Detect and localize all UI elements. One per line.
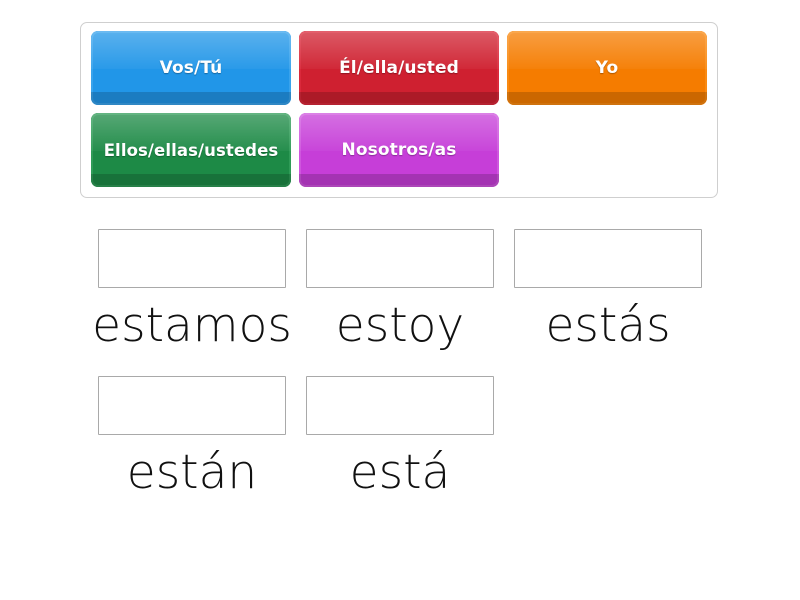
tile-label: Ellos/ellas/ustedes [103,140,279,160]
tile-vos-tu[interactable]: Vos/Tú [91,31,291,105]
answer-word: estás [545,298,671,353]
answer-cell-estan: están [98,376,286,501]
pronoun-tiles-panel: Vos/Tú Él/ella/usted Yo Ellos/ellas/uste… [80,22,718,198]
drop-box[interactable] [514,229,702,288]
drop-box[interactable] [306,376,494,436]
tile-label: Él/ella/usted [339,58,459,78]
answer-cell-estas: estás [514,229,702,350]
answer-cell-estoy: estoy [306,229,494,350]
answer-word: estamos [92,298,292,353]
tile-label: Vos/Tú [159,58,223,78]
tile-el-ella-usted[interactable]: Él/ella/usted [299,31,499,105]
tile-label: Nosotros/as [341,140,457,160]
tile-ellos-ellas-ustedes[interactable]: Ellos/ellas/ustedes [91,113,291,187]
answer-word: estoy [335,298,465,353]
tile-nosotros-as[interactable]: Nosotros/as [299,113,499,187]
answer-cell-esta: está [306,376,494,501]
drop-box[interactable] [306,229,494,288]
answer-area: estamos estoy estás están está [92,229,718,524]
answer-word: está [349,445,451,501]
answer-word: están [126,445,258,501]
drop-box[interactable] [98,376,286,436]
drop-box[interactable] [98,229,286,288]
tile-label: Yo [595,58,619,78]
answer-row-2: están está [98,376,718,501]
tile-yo[interactable]: Yo [507,31,707,105]
match-up-activity: Vos/Tú Él/ella/usted Yo Ellos/ellas/uste… [0,0,800,600]
answer-cell-estamos: estamos [92,229,292,350]
tile-row-1: Vos/Tú Él/ella/usted Yo [91,31,717,105]
answer-row-1: estamos estoy estás [92,229,718,350]
tile-row-2: Ellos/ellas/ustedes Nosotros/as [91,113,717,187]
